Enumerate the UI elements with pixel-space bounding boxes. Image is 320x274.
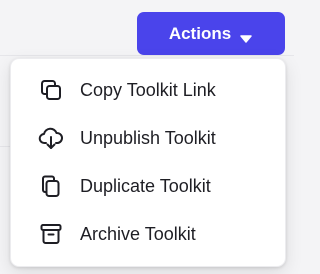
actions-dropdown-menu: Copy Toolkit Link Unpublish Toolkit Dupl…	[10, 58, 286, 267]
menu-item-unpublish-toolkit[interactable]: Unpublish Toolkit	[11, 114, 285, 162]
actions-button-label: Actions	[168, 23, 232, 43]
page: Actions Copy Toolkit Link Unpublish Tool…	[0, 0, 294, 274]
menu-item-label: Unpublish Toolkit	[80, 127, 216, 148]
archive-icon	[38, 221, 64, 247]
cloud-download-icon	[38, 125, 64, 151]
copy-icon	[38, 77, 64, 103]
menu-item-label: Archive Toolkit	[80, 223, 196, 244]
menu-item-label: Duplicate Toolkit	[80, 175, 211, 196]
divider	[0, 55, 294, 56]
menu-item-archive-toolkit[interactable]: Archive Toolkit	[11, 210, 285, 258]
menu-item-copy-toolkit-link[interactable]: Copy Toolkit Link	[11, 66, 285, 114]
menu-item-duplicate-toolkit[interactable]: Duplicate Toolkit	[11, 162, 285, 210]
duplicate-icon	[38, 173, 64, 199]
caret-down-icon	[239, 29, 253, 43]
menu-item-label: Copy Toolkit Link	[80, 79, 216, 100]
divider	[0, 146, 10, 147]
actions-button[interactable]: Actions	[137, 12, 285, 55]
